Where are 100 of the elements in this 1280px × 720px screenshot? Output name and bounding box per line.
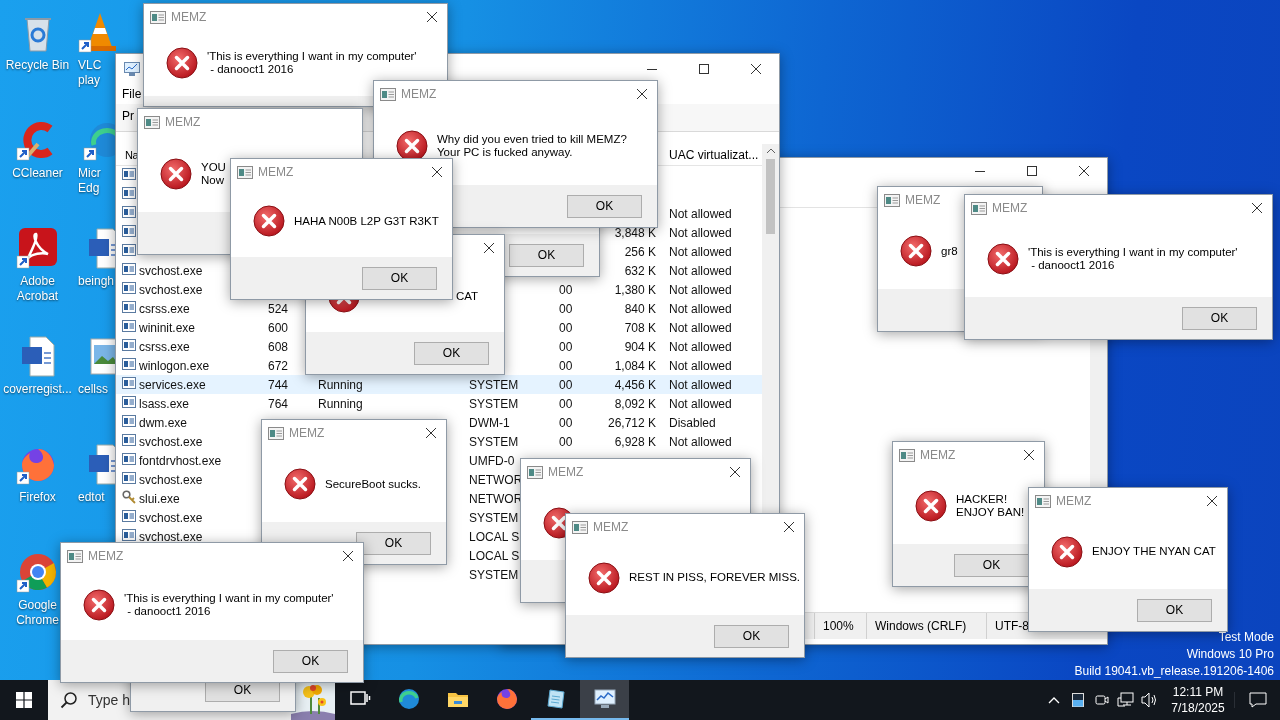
table-cell-text: Not allowed [668, 225, 732, 240]
error-icon [987, 243, 1019, 275]
close-icon[interactable] [343, 551, 353, 561]
window-icon [150, 10, 166, 24]
ok-button[interactable]: OK [954, 553, 1029, 577]
close-icon[interactable] [637, 89, 647, 99]
icon-label: coverregist... [3, 382, 72, 397]
icon-label: Adobe Acrobat [16, 274, 59, 304]
table-cell-text: 00 [558, 320, 573, 335]
close-icon[interactable] [426, 428, 436, 438]
process-icon [122, 472, 136, 484]
dialog-title: MEMZ [171, 10, 207, 24]
close-icon[interactable] [427, 12, 437, 22]
process-icon [122, 358, 136, 370]
error-icon [900, 235, 932, 267]
close-icon[interactable] [1207, 496, 1217, 506]
maximize-icon[interactable] [699, 64, 709, 74]
maximize-icon[interactable] [1027, 166, 1037, 176]
dialog-message: YOU Now [201, 160, 226, 187]
process-icon [122, 510, 136, 522]
dialog-message: HAHA N00B L2P G3T R3KT [294, 214, 439, 228]
table-cell: wininit.exe [138, 320, 196, 335]
clock-date: 7/18/2025 [1171, 700, 1225, 716]
table-cell: 1,084 K [614, 358, 657, 373]
process-icon [122, 415, 136, 427]
table-cell-text: 00 [558, 396, 573, 411]
table-cell: 904 K [624, 339, 657, 354]
table-cell-text: 524 [267, 301, 289, 316]
ok-button[interactable]: OK [356, 531, 431, 555]
icon-label: VLC play [78, 58, 102, 88]
table-cell-text: SYSTEM [468, 434, 519, 449]
dialog-message: 'This is everything I want in my computer' - danooct1 2016 [124, 591, 334, 618]
window-icon [572, 520, 588, 534]
process-icon [122, 377, 136, 389]
table-cell-text: 00 [558, 377, 573, 392]
table-cell: svchost.exe [138, 529, 203, 544]
table-cell-text: 00 [558, 358, 573, 373]
icon-label: CCleaner [12, 166, 63, 181]
process-icon [122, 282, 136, 294]
close-icon[interactable] [730, 467, 740, 477]
window-icon [527, 465, 543, 479]
camera-icon[interactable] [1094, 693, 1110, 707]
close-icon[interactable] [784, 522, 794, 532]
ok-button[interactable]: OK [1137, 598, 1212, 622]
pdf-icon[interactable] [15, 226, 60, 270]
table-cell-text: Not allowed [668, 263, 732, 278]
selected-row-highlight[interactable]: services.exe 744 Running SYSTEM 00 4,456 K Not allowed [116, 375, 762, 394]
message-icon[interactable] [1248, 692, 1267, 708]
table-cell-text: UMFD-0 [468, 453, 515, 468]
ok-button[interactable]: OK [362, 266, 437, 290]
table-cell: svchost.exe [138, 434, 203, 449]
ok-button[interactable]: OK [1182, 306, 1257, 330]
icon-label: Firefox [19, 490, 56, 505]
network-icon[interactable] [1117, 692, 1135, 708]
close-icon[interactable] [1079, 166, 1089, 176]
chevron-up-icon[interactable] [1048, 696, 1060, 704]
scroll-thumb[interactable] [766, 159, 775, 234]
ok-button[interactable]: OK [414, 341, 489, 365]
search-icon [60, 691, 78, 709]
scroll-up-icon[interactable] [766, 148, 775, 153]
clock[interactable]: 12:11 PM 7/18/2025 [1162, 684, 1234, 716]
table-cell: 1,380 K [614, 282, 657, 297]
process-icon [122, 263, 136, 275]
window-icon [899, 448, 915, 462]
ok-button[interactable]: OK [567, 194, 642, 218]
table-cell: lsass.exe [138, 396, 190, 411]
ok-button[interactable]: OK [273, 649, 348, 673]
table-cell-text: SYSTEM [468, 377, 519, 392]
dialog-title: MEMZ [548, 465, 584, 479]
close-icon[interactable] [484, 243, 494, 253]
close-icon[interactable] [1252, 203, 1262, 213]
table-cell: slui.exe [138, 491, 180, 506]
table-cell-text: Not allowed [668, 301, 732, 316]
desktop-notice: Test Mode [1218, 629, 1274, 646]
table-cell-text: Not allowed [668, 396, 732, 411]
status-square-icon[interactable] [1072, 693, 1084, 707]
dialog-title: MEMZ [992, 201, 1028, 215]
ok-button[interactable]: OK [509, 243, 584, 267]
error-icon [166, 47, 198, 79]
volume-icon[interactable] [1141, 692, 1159, 708]
dialog-title: MEMZ [920, 448, 956, 462]
table-cell-text: Not allowed [668, 206, 732, 221]
desktop-notice: Build 19041.vb_release.191206-1406 [1074, 663, 1274, 680]
ok-button[interactable]: OK [714, 624, 789, 648]
status-text: 100% [814, 613, 866, 639]
close-icon[interactable] [1024, 450, 1034, 460]
table-cell: svchost.exe [138, 282, 203, 297]
table-cell-text: SYSTEM [468, 567, 519, 582]
tab[interactable]: Pr [122, 109, 134, 131]
table-cell-text: LOCAL S [468, 529, 520, 544]
table-cell-text: 00 [558, 415, 573, 430]
taskbar-button[interactable] [580, 680, 629, 720]
table-cell-text: 764 [267, 396, 289, 411]
dialog-message: SecureBoot sucks. [325, 477, 421, 491]
table-cell: 26,712 K [607, 415, 657, 430]
error-icon [1051, 535, 1083, 568]
close-icon[interactable] [751, 64, 761, 74]
window-icon [380, 87, 396, 101]
table-cell-text: DWM-1 [468, 415, 510, 430]
close-icon[interactable] [432, 167, 442, 177]
